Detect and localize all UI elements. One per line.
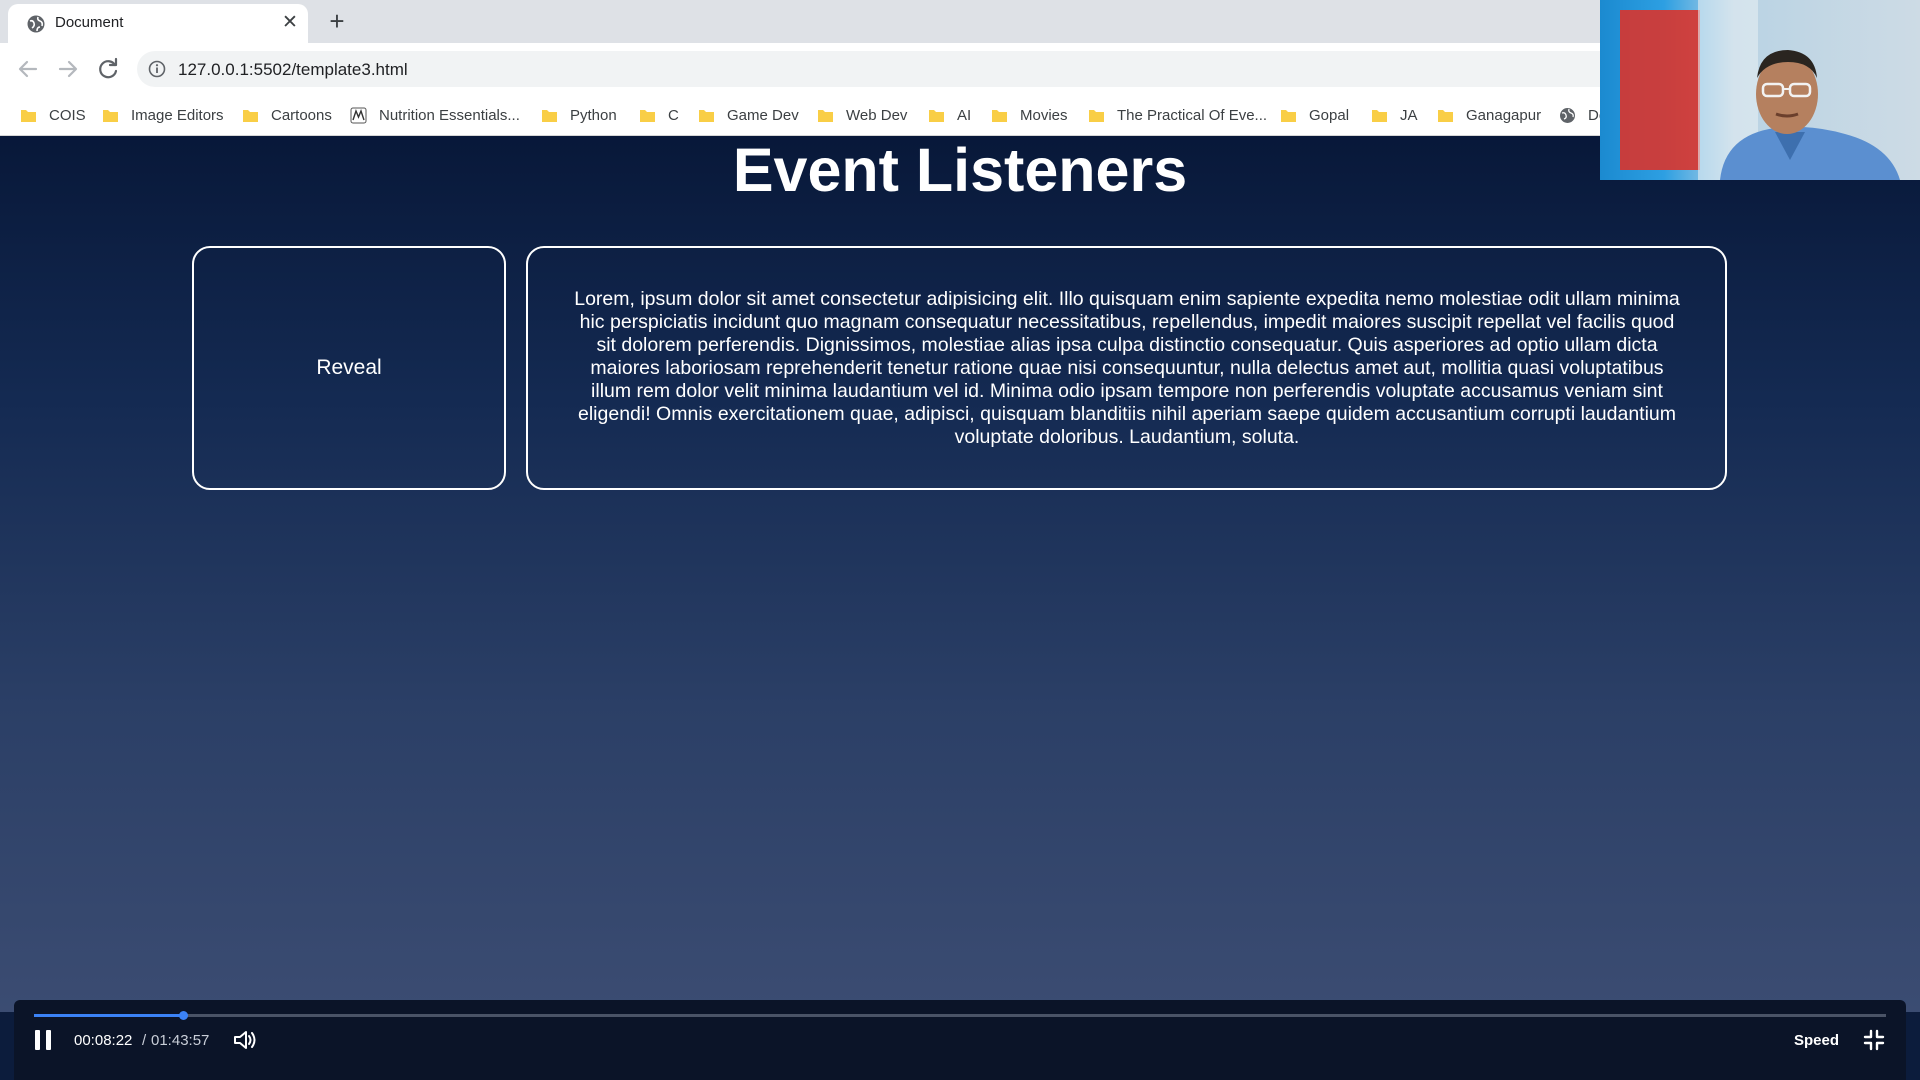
bookmark-label: Game Dev xyxy=(727,106,799,124)
folder-icon xyxy=(1281,109,1296,122)
bookmark-label: Image Editors xyxy=(131,106,224,124)
paragraph-text: Lorem, ipsum dolor sit amet consectetur … xyxy=(574,288,1680,448)
folder-icon xyxy=(1089,109,1104,122)
bookmark-label: AI xyxy=(957,106,972,124)
info-icon[interactable] xyxy=(148,60,166,78)
reveal-button[interactable]: Reveal xyxy=(192,246,506,490)
folder-icon xyxy=(929,109,944,122)
folder-icon xyxy=(818,109,833,122)
folder-icon xyxy=(640,109,655,122)
bookmark-label: Web Dev xyxy=(846,106,908,124)
folder-icon xyxy=(1438,109,1453,122)
bookmark-label: COIS xyxy=(49,106,86,124)
bookmark-label: Python xyxy=(570,106,617,124)
reload-icon[interactable] xyxy=(92,53,124,85)
speed-button[interactable]: Speed xyxy=(1794,1032,1839,1049)
seek-bar-handle[interactable] xyxy=(179,1011,189,1020)
arrow-left-icon[interactable] xyxy=(12,53,44,85)
bookmark-ganagapur[interactable]: Ganagapur xyxy=(1437,95,1541,135)
bookmark-label: Ganagapur xyxy=(1466,106,1542,124)
current-time: 00:08:22 xyxy=(74,1032,133,1049)
total-time: 01:43:57 xyxy=(151,1032,210,1049)
page-content: Event Listeners Reveal Lorem, ipsum dolo… xyxy=(0,136,1920,1012)
folder-icon xyxy=(542,109,557,122)
url-text: 127.0.0.1:5502/template3.html xyxy=(178,60,408,79)
tab-title: Document xyxy=(55,14,124,31)
webcam-feed xyxy=(1600,0,1920,180)
globe-icon xyxy=(1560,107,1575,123)
bookmark-label: JA xyxy=(1400,106,1418,124)
bookmark-gopal[interactable]: Gopal xyxy=(1280,95,1349,135)
site-icon xyxy=(350,107,367,123)
bookmark-web-dev[interactable]: Web Dev xyxy=(817,95,907,135)
globe-icon xyxy=(27,15,45,33)
presenter-image xyxy=(1600,0,1920,180)
bookmark-movies[interactable]: Movies xyxy=(991,95,1068,135)
bookmark-nutrition-essentials[interactable]: Nutrition Essentials... xyxy=(350,95,520,135)
pause-icon[interactable] xyxy=(32,1028,54,1052)
bookmark-label: Nutrition Essentials... xyxy=(379,106,520,124)
bookmark-image-editors[interactable]: Image Editors xyxy=(102,95,224,135)
bookmark-game-dev[interactable]: Game Dev xyxy=(698,95,799,135)
bookmark-label: The Practical Of Eve... xyxy=(1117,106,1268,124)
folder-icon xyxy=(103,109,118,122)
folder-icon xyxy=(699,109,714,122)
folder-icon xyxy=(1372,109,1387,122)
bookmark-ja[interactable]: JA xyxy=(1371,95,1418,135)
volume-icon[interactable] xyxy=(232,1028,258,1052)
video-player-controls: 00:08:22 / 01:43:57 Speed xyxy=(14,1000,1906,1080)
plus-icon[interactable]: + xyxy=(323,8,351,36)
bookmark-python[interactable]: Python xyxy=(541,95,617,135)
exit-fullscreen-icon[interactable] xyxy=(1862,1028,1886,1052)
screen: Document ✕ + 127.0.0.1:5502/template3.ht… xyxy=(0,0,1920,1080)
bookmark-label: Cartoons xyxy=(271,106,332,124)
folder-icon xyxy=(992,109,1007,122)
bookmark-c[interactable]: C xyxy=(639,95,679,135)
seek-bar-progress xyxy=(34,1014,184,1017)
arrow-right-icon[interactable] xyxy=(52,53,84,85)
bookmark-cartoons[interactable]: Cartoons xyxy=(242,95,332,135)
seek-bar[interactable] xyxy=(34,1011,1886,1020)
bookmark-label: C xyxy=(668,106,679,124)
time-separator: / xyxy=(142,1032,147,1049)
paragraph-card: Lorem, ipsum dolor sit amet consectetur … xyxy=(526,246,1727,490)
folder-icon xyxy=(21,109,36,122)
bookmark-cois[interactable]: COIS xyxy=(20,95,86,135)
bookmark-label: Movies xyxy=(1020,106,1068,124)
bookmark-practical-of-eve[interactable]: The Practical Of Eve... xyxy=(1088,95,1267,135)
folder-icon xyxy=(243,109,258,122)
bookmark-label: Gopal xyxy=(1309,106,1350,124)
close-icon[interactable]: ✕ xyxy=(279,12,301,34)
bookmark-ai[interactable]: AI xyxy=(928,95,971,135)
browser-tab[interactable]: Document ✕ xyxy=(8,4,308,43)
